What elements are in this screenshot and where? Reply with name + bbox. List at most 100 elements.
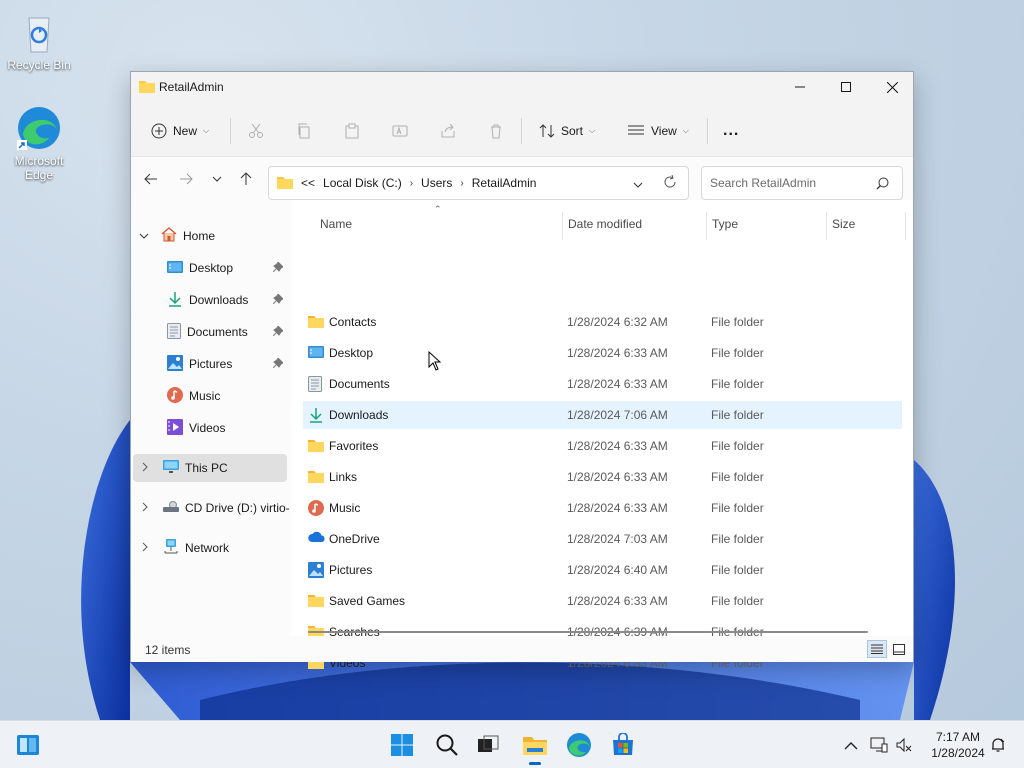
breadcrumb-overflow[interactable]: << [301, 176, 315, 190]
file-date-modified: 1/28/2024 6:33 AM [567, 501, 668, 515]
search-box[interactable]: Search RetailAdmin [701, 166, 903, 200]
column-divider[interactable] [826, 212, 827, 240]
sort-button[interactable]: Sort ⌵ [539, 116, 595, 146]
file-row[interactable]: Links 1/28/2024 6:33 AM File folder [303, 463, 902, 491]
share-button[interactable] [440, 116, 456, 146]
details-view-button[interactable] [867, 640, 887, 658]
copy-button[interactable] [296, 116, 312, 146]
chevron-right-icon[interactable] [141, 461, 149, 475]
file-row[interactable]: Contacts 1/28/2024 6:32 AM File folder [303, 308, 902, 336]
column-header-type[interactable]: Type [712, 212, 738, 236]
pin-icon[interactable] [272, 325, 284, 339]
column-header-date[interactable]: Date modified [568, 212, 642, 236]
file-row[interactable]: Downloads 1/28/2024 7:06 AM File folder [303, 401, 902, 429]
nav-item-cd-drive[interactable]: CD Drive (D:) virtio- [141, 494, 291, 522]
file-row[interactable]: Music 1/28/2024 6:33 AM File folder [303, 494, 902, 522]
desktop-icon [308, 345, 324, 362]
store-taskbar-button[interactable] [607, 729, 639, 761]
file-row[interactable]: OneDrive 1/28/2024 7:03 AM File folder [303, 525, 902, 553]
cloud-icon [308, 531, 326, 546]
file-row[interactable]: Desktop 1/28/2024 6:33 AM File folder [303, 339, 902, 367]
breadcrumb-item[interactable]: Users [421, 176, 452, 190]
nav-item-music[interactable]: Music [167, 382, 291, 410]
notifications-button[interactable] [982, 729, 1014, 761]
chevron-down-icon[interactable] [139, 229, 149, 243]
nav-item-network[interactable]: Network [141, 534, 291, 562]
nav-item-pictures[interactable]: Pictures [167, 350, 291, 378]
column-divider[interactable] [706, 212, 707, 240]
breadcrumb-item[interactable]: Local Disk (C:) [323, 176, 402, 190]
edge-taskbar-button[interactable] [563, 729, 595, 761]
chevron-right-icon[interactable] [141, 541, 149, 555]
file-row[interactable]: Saved Games 1/28/2024 6:33 AM File folder [303, 587, 902, 615]
up-button[interactable] [233, 166, 259, 192]
pin-icon[interactable] [272, 357, 284, 371]
horizontal-scrollbar[interactable] [308, 631, 868, 633]
address-field[interactable]: << Local Disk (C:) › Users › RetailAdmin [268, 166, 689, 200]
task-view-button[interactable] [472, 729, 504, 761]
nav-item-downloads[interactable]: Downloads [167, 286, 291, 314]
divider [707, 118, 708, 144]
videos-icon [167, 418, 183, 438]
nav-item-home[interactable]: Home [139, 222, 289, 250]
breadcrumb-item[interactable]: RetailAdmin [472, 176, 537, 190]
volume-muted-icon [896, 737, 912, 753]
divider [230, 118, 231, 144]
file-name: Saved Games [329, 594, 406, 608]
recent-locations-button[interactable] [204, 166, 230, 192]
nav-label: Pictures [189, 357, 233, 371]
file-date-modified: 1/28/2024 6:40 AM [567, 563, 668, 577]
more-options-button[interactable]: ... [723, 116, 739, 146]
file-row[interactable]: Documents 1/28/2024 6:33 AM File folder [303, 370, 902, 398]
close-button[interactable] [869, 72, 915, 102]
rename-button[interactable] [392, 116, 408, 146]
pictures-icon [308, 562, 324, 581]
cut-button[interactable] [248, 116, 264, 146]
chevron-right-icon[interactable] [141, 501, 149, 515]
paste-button[interactable] [344, 116, 360, 146]
column-divider[interactable] [562, 212, 563, 240]
delete-button[interactable] [488, 116, 504, 146]
refresh-icon [664, 174, 676, 188]
address-history-button[interactable] [633, 178, 643, 192]
search-button[interactable] [431, 729, 463, 761]
column-divider[interactable] [905, 212, 906, 240]
new-button[interactable]: New ⌵ [151, 116, 209, 146]
title-bar[interactable]: RetailAdmin [131, 72, 913, 102]
column-header-size[interactable]: Size [832, 212, 855, 236]
file-date-modified: 1/28/2024 6:33 AM [567, 594, 668, 608]
desktop-icon-edge[interactable]: Microsoft Edge [1, 104, 77, 182]
pin-icon[interactable] [272, 261, 284, 275]
file-type: File folder [711, 532, 764, 546]
column-header-name[interactable]: Name [320, 212, 352, 236]
tiles-view-button[interactable] [889, 640, 909, 658]
nav-item-documents[interactable]: Documents [167, 318, 291, 346]
forward-button[interactable] [173, 166, 199, 192]
back-button[interactable] [138, 166, 164, 192]
nav-item-videos[interactable]: Videos [167, 414, 291, 442]
file-type: File folder [711, 315, 764, 329]
nav-item-desktop[interactable]: Desktop [167, 254, 291, 282]
file-name: Links [329, 470, 358, 484]
file-row[interactable]: Favorites 1/28/2024 6:33 AM File folder [303, 432, 902, 460]
download-icon [308, 407, 324, 426]
file-explorer-taskbar-button[interactable] [519, 729, 551, 765]
minimize-icon [795, 86, 805, 88]
file-row[interactable]: Pictures 1/28/2024 6:40 AM File folder [303, 556, 902, 584]
desktop-icon-recycle-bin[interactable]: Recycle Bin [1, 8, 77, 72]
search-icon [876, 177, 889, 193]
minimize-button[interactable] [777, 72, 823, 102]
view-button[interactable]: View ⌵ [627, 116, 689, 146]
widgets-button[interactable] [12, 729, 44, 761]
volume-button[interactable] [888, 729, 920, 761]
start-button[interactable] [386, 729, 418, 761]
documents-icon [167, 322, 181, 342]
refresh-button[interactable] [663, 174, 677, 192]
network-icon [163, 538, 179, 558]
rename-icon [392, 125, 408, 137]
nav-item-this-pc[interactable]: This PC [133, 454, 287, 482]
maximize-button[interactable] [823, 72, 869, 102]
file-date-modified: 1/28/2024 6:33 AM [567, 377, 668, 391]
nav-label: Downloads [189, 293, 249, 307]
pin-icon[interactable] [272, 293, 284, 307]
